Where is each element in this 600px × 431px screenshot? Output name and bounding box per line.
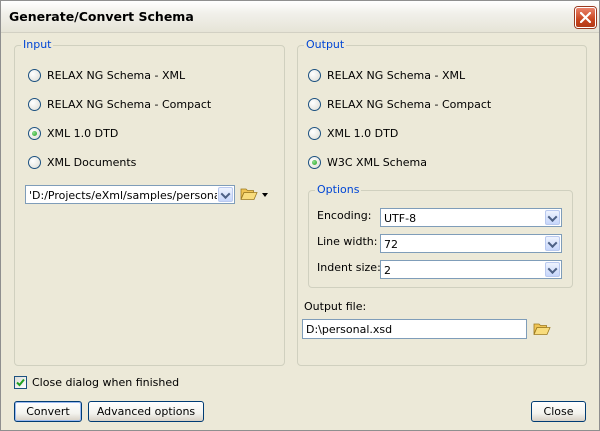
radio-label: XML 1.0 DTD [47, 126, 119, 140]
radio-button[interactable] [308, 97, 321, 111]
indent-size-label: Indent size: [317, 261, 381, 274]
advanced-options-button[interactable]: Advanced options [88, 401, 204, 422]
output-file-label: Output file: [304, 300, 367, 313]
radio-button[interactable] [28, 68, 41, 82]
input-file-combo[interactable]: 'D:/Projects/eXml/samples/personal.dtd [25, 185, 235, 204]
radio-button[interactable] [28, 155, 41, 169]
line-width-label: Line width: [317, 235, 378, 248]
output-file-input[interactable]: D:\personal.xsd [302, 319, 527, 339]
close-when-finished-checkbox[interactable] [14, 376, 27, 389]
chevron-down-icon[interactable] [545, 262, 560, 277]
triangle-down-icon[interactable] [262, 193, 268, 197]
input-option-relaxng-compact[interactable]: RELAX NG Schema - Compact [28, 96, 211, 112]
encoding-value: UTF-8 [384, 212, 417, 225]
output-option-relaxng-compact[interactable]: RELAX NG Schema - Compact [308, 96, 491, 112]
convert-button[interactable]: Convert [14, 401, 82, 422]
radio-button[interactable] [308, 126, 321, 140]
radio-label: RELAX NG Schema - Compact [327, 97, 492, 111]
input-option-dtd[interactable]: XML 1.0 DTD [28, 125, 118, 141]
radio-label: XML 1.0 DTD [327, 126, 399, 140]
input-group-label: Input [21, 38, 54, 51]
dialog-window: Generate/Convert Schema Input RELAX NG S… [0, 0, 600, 431]
close-when-finished-label[interactable]: Close dialog when finished [32, 376, 179, 389]
radio-label: RELAX NG Schema - Compact [47, 97, 212, 111]
output-group-label: Output [304, 38, 347, 51]
radio-button-checked[interactable] [308, 155, 321, 169]
indent-size-select[interactable]: 2 [380, 260, 562, 279]
input-group: Input [14, 38, 285, 366]
radio-label: RELAX NG Schema - XML [327, 68, 466, 82]
check-icon [16, 378, 25, 387]
radio-label: W3C XML Schema [327, 155, 427, 169]
encoding-select[interactable]: UTF-8 [380, 208, 562, 227]
close-icon [580, 12, 591, 23]
chevron-down-icon[interactable] [545, 210, 560, 225]
radio-label: RELAX NG Schema - XML [47, 68, 186, 82]
chevron-down-icon[interactable] [545, 236, 560, 251]
indent-size-value: 2 [384, 264, 391, 277]
output-file-value: D:\personal.xsd [306, 323, 393, 336]
window-title: Generate/Convert Schema [9, 9, 194, 24]
radio-button[interactable] [28, 97, 41, 111]
output-option-dtd[interactable]: XML 1.0 DTD [308, 125, 398, 141]
line-width-select[interactable]: 72 [380, 234, 562, 253]
options-group-label: Options [315, 183, 362, 196]
title-close-button[interactable] [575, 7, 596, 28]
input-file-value: 'D:/Projects/eXml/samples/personal.dtd [29, 189, 217, 202]
folder-open-icon[interactable] [533, 322, 551, 336]
line-width-value: 72 [384, 238, 398, 251]
radio-button[interactable] [308, 68, 321, 82]
title-bar[interactable]: Generate/Convert Schema [1, 1, 599, 33]
input-option-xml-documents[interactable]: XML Documents [28, 154, 136, 170]
radio-button-checked[interactable] [28, 126, 41, 140]
encoding-label: Encoding: [317, 209, 372, 222]
chevron-down-icon[interactable] [218, 187, 233, 202]
input-option-relaxng-xml[interactable]: RELAX NG Schema - XML [28, 67, 185, 83]
close-button[interactable]: Close [531, 401, 586, 422]
radio-label: XML Documents [47, 155, 137, 169]
output-option-relaxng-xml[interactable]: RELAX NG Schema - XML [308, 67, 465, 83]
output-option-w3c-schema[interactable]: W3C XML Schema [308, 154, 427, 170]
folder-open-icon[interactable] [240, 187, 258, 201]
